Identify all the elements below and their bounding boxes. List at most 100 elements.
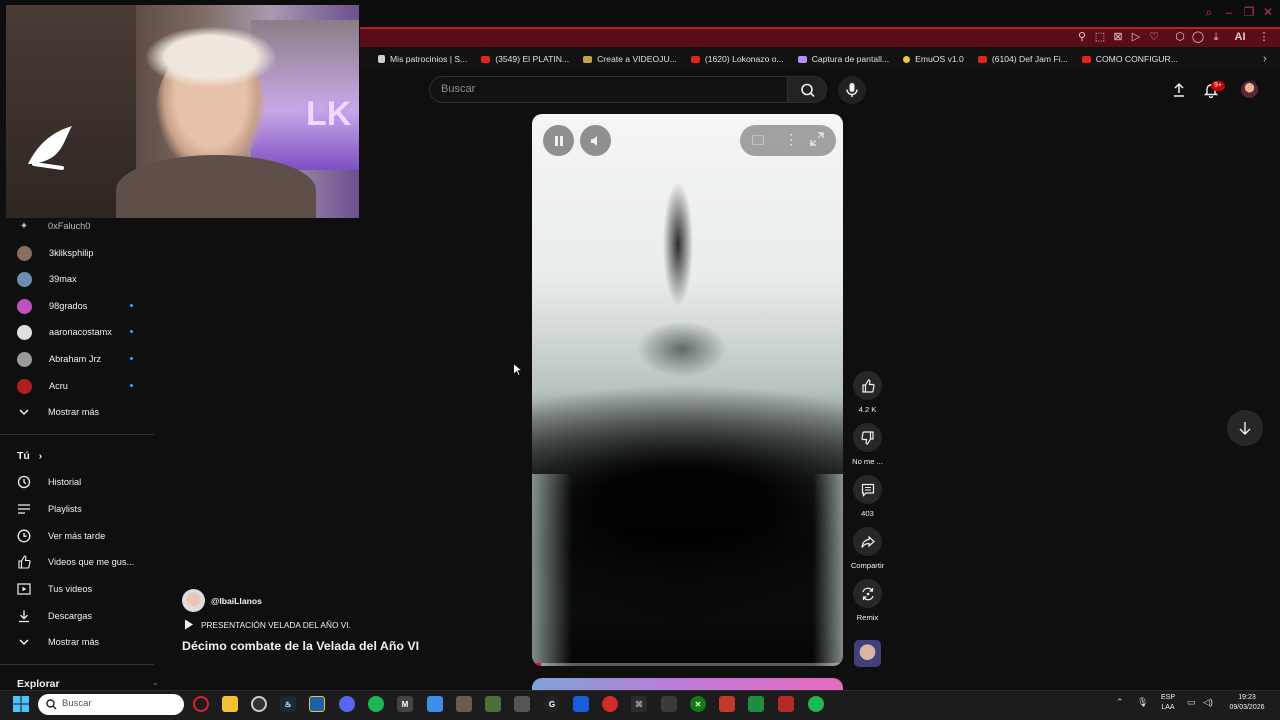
more-options-icon[interactable]: ⋮ [784,131,798,148]
ai-button[interactable]: AI [1229,31,1251,43]
record-app-icon[interactable] [602,696,618,712]
search-button[interactable] [787,76,827,103]
windows-start-icon[interactable] [13,696,29,717]
file-explorer-icon[interactable] [222,696,238,712]
shield-app-icon[interactable] [309,696,325,712]
dislike-button[interactable] [853,423,882,452]
extension-x-icon[interactable]: ⊠ [1111,31,1125,43]
meet-icon[interactable] [748,696,764,712]
sidebar-channel[interactable]: Abraham Jrz [0,346,154,372]
sidebar-channel[interactable]: aaronacostamx [0,319,154,345]
bookmark-item[interactable]: Captura de pantall... [797,54,890,64]
screenshot-icon[interactable]: ⬚ [1093,31,1107,43]
channel-thumbnail[interactable] [854,640,881,667]
video-frame-edge [813,474,843,666]
opera-gx-icon[interactable] [251,696,267,712]
sidebar-divider [0,434,154,435]
channel-name: 3kliksphilip [49,248,94,258]
fullscreen-icon[interactable] [810,132,824,151]
play-icon[interactable]: ▷ [1129,31,1143,43]
next-video-button[interactable] [1227,410,1263,446]
opera-icon[interactable] [193,696,209,712]
spotify-icon[interactable] [368,696,384,712]
short-video-player[interactable]: ⋮ [532,114,843,666]
download-icon[interactable]: ⤓ [1209,31,1223,43]
discord-icon[interactable] [339,696,355,712]
clock[interactable]: 19:23 09/03/2026 [1222,693,1272,713]
comments-button[interactable] [853,475,882,504]
show-more-button[interactable]: Mostrar más [0,399,154,425]
search-input[interactable]: Buscar [429,76,787,103]
car-game-icon[interactable] [514,696,530,712]
volume-button[interactable] [580,125,611,156]
profile-icon[interactable]: ◯ [1191,31,1205,43]
bookmark-item[interactable]: (3549) El PLATIN... [481,54,569,64]
upload-icon[interactable] [1171,82,1187,98]
display-icon[interactable]: ▭ [1187,697,1196,708]
bookmark-item[interactable]: (6104) Def Jam Fi... [977,54,1068,64]
share-button[interactable] [853,527,882,556]
sidebar-channel[interactable]: 98grados [0,293,154,319]
sidebar-item-your-videos[interactable]: Tus videos [0,576,154,602]
bookmark-item[interactable]: EmuOS v1.0 [903,54,964,64]
heart-icon[interactable]: ♡ [1147,31,1161,43]
close-icon[interactable]: ✕ [1262,6,1274,18]
video-progress-bar[interactable] [532,663,843,666]
game-icon[interactable] [661,696,677,712]
sidebar-item-history[interactable]: Historial [0,469,154,495]
steam-icon[interactable]: ♨ [280,696,296,712]
bookmark-label: Captura de pantall... [811,54,890,64]
xbox-icon[interactable]: ✕ [690,696,706,712]
sidebar-channel[interactable]: 3kliksphilip [0,240,154,266]
playlist-link[interactable]: PRESENTACIÓN VELADA DEL AÑO VI. [184,619,351,630]
sidebar-item-downloads[interactable]: Descargas [0,603,154,629]
chevron-right-icon[interactable]: › [1263,53,1267,65]
streamer-hair [146,27,276,87]
keyboard-language[interactable]: ESP LAA [1158,693,1178,713]
browser-search-icon[interactable]: ⌕ [1203,6,1215,18]
remix-button[interactable] [853,579,882,608]
pin-icon[interactable]: ⚲ [1075,31,1089,43]
sidebar-item-playlists[interactable]: Playlists [0,496,154,522]
like-button[interactable] [853,371,882,400]
app-icon[interactable]: G [544,696,560,712]
app-icon[interactable]: ⌘ [631,696,647,712]
sidebar-channel[interactable]: ✦ 0xFaluch0 [0,213,154,239]
taskbar-search-input[interactable]: Buscar [38,694,184,715]
account-avatar[interactable] [1241,81,1258,98]
pause-button[interactable] [543,125,574,156]
sidebar-item-watch-later[interactable]: Ver más tarde [0,523,154,549]
minimize-icon[interactable]: – [1223,6,1235,18]
game-icon[interactable] [456,696,472,712]
uploader-name[interactable]: @IbaiLlanos [211,596,262,606]
menu-icon[interactable]: ⋮ [1257,31,1271,43]
game-icon[interactable] [485,696,501,712]
you-section-heading[interactable]: Tú › [17,450,42,462]
explore-section-heading[interactable]: Explorar [17,678,60,690]
puzzle-icon[interactable]: ⬡ [1173,31,1187,43]
bookmark-item[interactable]: COMO CONFIGUR... [1081,54,1178,64]
lang-bottom: LAA [1161,704,1175,711]
sidebar-channel[interactable]: 39max [0,266,154,292]
uploader-avatar[interactable] [182,589,205,612]
next-short-preview[interactable] [532,678,843,690]
restore-icon[interactable]: ❐ [1243,6,1255,18]
game-icon[interactable] [719,696,735,712]
video-app-icon[interactable] [778,696,794,712]
notepad-icon[interactable] [427,696,443,712]
sidebar-channel[interactable]: Acru [0,373,154,399]
microphone-icon[interactable]: 🎙︎ [1137,697,1148,708]
spotify-icon[interactable] [808,696,824,712]
show-more-button[interactable]: Mostrar más [0,629,154,655]
voice-search-button[interactable] [838,76,866,104]
volume-icon[interactable]: ◁) [1203,697,1213,708]
bitwarden-icon[interactable] [573,696,589,712]
tray-chevron-up-icon[interactable]: ⌃ [1116,697,1124,708]
bookmark-item[interactable]: Mis patrocinios | S... [378,54,467,64]
app-icon[interactable]: M [397,696,413,712]
bookmark-item[interactable]: (1620) Lokonazo o... [690,54,784,64]
captions-icon[interactable] [752,135,764,145]
bookmark-item[interactable]: Create a VIDEOJU... [583,54,677,64]
video-frame [532,114,843,666]
sidebar-item-liked-videos[interactable]: Videos que me gus... [0,549,154,575]
